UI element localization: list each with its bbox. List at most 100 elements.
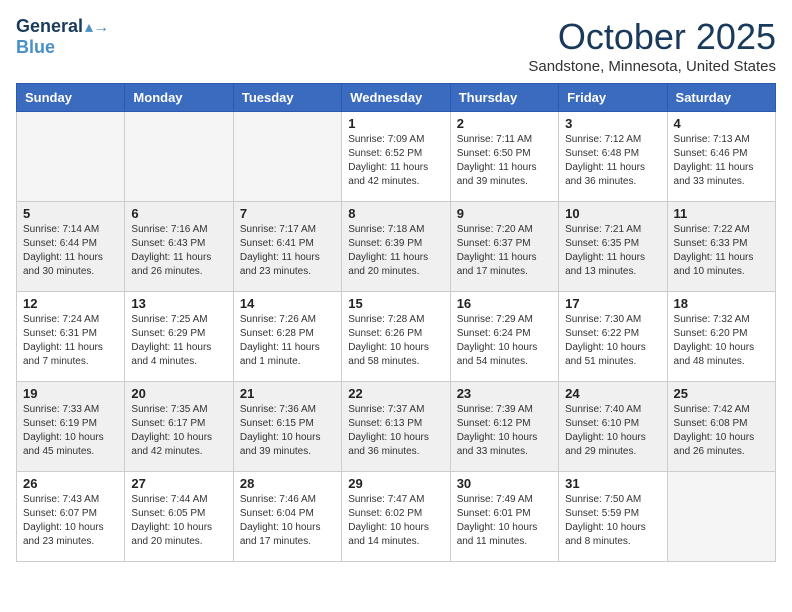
table-row: 24Sunrise: 7:40 AM Sunset: 6:10 PM Dayli… [559, 382, 667, 472]
table-row: 29 Sunrise: 7:47 AM Sunset: 6:02 PM Dayli… [342, 472, 450, 562]
day-number: 6 [131, 206, 226, 221]
day-info: Sunrise: 7:25 AM Sunset: 6:29 PM Dayligh… [131, 313, 226, 369]
table-row: 7Sunrise: 7:17 AM Sunset: 6:41 PM Daylig… [233, 202, 341, 292]
day-number: 24 [565, 386, 660, 401]
day-number: 30 [457, 476, 552, 491]
table-row: 17 Sunrise: 7:30 AM Sunset: 6:22 PM Dayli… [559, 292, 667, 382]
table-row: 19 Sunrise: 7:33 AM Sunset: 6:19 PM Dayli… [17, 382, 125, 472]
day-info: Sunrise: 7:28 AM Sunset: 6:26 PM Dayligh… [348, 313, 443, 369]
table-row: 20 Sunrise: 7:35 AM Sunset: 6:17 PM Dayli… [125, 382, 233, 472]
table-row: 23 Sunrise: 7:39 AM Sunset: 6:12 PM Dayli… [450, 382, 558, 472]
header-wednesday: Wednesday [342, 84, 450, 112]
table-row: 18Sunrise: 7:32 AM Sunset: 6:20 PM Dayli… [667, 292, 775, 382]
table-row: 2 Sunrise: 7:11 AM Sunset: 6:50 PM Daylig… [450, 112, 558, 202]
header-saturday: Saturday [667, 84, 775, 112]
calendar-table: Sunday Monday Tuesday Wednesday Thursday… [16, 83, 776, 562]
day-info: Sunrise: 7:21 AM Sunset: 6:35 PM Dayligh… [565, 223, 660, 279]
day-number: 11 [674, 206, 769, 221]
table-row: 5 Sunrise: 7:14 AM Sunset: 6:44 PM Daylig… [17, 202, 125, 292]
day-info: Sunrise: 7:42 AM Sunset: 6:08 PM Dayligh… [674, 403, 769, 459]
day-number: 4 [674, 116, 769, 131]
location: Sandstone, Minnesota, United States [528, 58, 776, 75]
day-number: 17 [565, 296, 660, 311]
logo: General ▴→ Blue [16, 16, 109, 58]
day-number: 3 [565, 116, 660, 131]
day-info: Sunrise: 7:14 AM Sunset: 6:44 PM Dayligh… [23, 223, 118, 279]
day-number: 1 [348, 116, 443, 131]
calendar-header-row: Sunday Monday Tuesday Wednesday Thursday… [17, 84, 776, 112]
table-row: 12 Sunrise: 7:24 AM Sunset: 6:31 PM Dayli… [17, 292, 125, 382]
logo-general-text: General [16, 16, 83, 37]
table-row: 26Sunrise: 7:43 AM Sunset: 6:07 PM Dayli… [17, 472, 125, 562]
table-row: 15 Sunrise: 7:28 AM Sunset: 6:26 PM Dayli… [342, 292, 450, 382]
table-row: 30Sunrise: 7:49 AM Sunset: 6:01 PM Dayli… [450, 472, 558, 562]
table-row: 6 Sunrise: 7:16 AM Sunset: 6:43 PM Daylig… [125, 202, 233, 292]
table-row [233, 112, 341, 202]
header-thursday: Thursday [450, 84, 558, 112]
day-number: 14 [240, 296, 335, 311]
header-tuesday: Tuesday [233, 84, 341, 112]
table-row: 13Sunrise: 7:25 AM Sunset: 6:29 PM Dayli… [125, 292, 233, 382]
day-info: Sunrise: 7:36 AM Sunset: 6:15 PM Dayligh… [240, 403, 335, 459]
calendar-week-row: 12 Sunrise: 7:24 AM Sunset: 6:31 PM Dayli… [17, 292, 776, 382]
day-number: 12 [23, 296, 118, 311]
day-number: 21 [240, 386, 335, 401]
header-friday: Friday [559, 84, 667, 112]
table-row: 10 Sunrise: 7:21 AM Sunset: 6:35 PM Dayli… [559, 202, 667, 292]
day-number: 8 [348, 206, 443, 221]
table-row: 4 Sunrise: 7:13 AM Sunset: 6:46 PM Daylig… [667, 112, 775, 202]
calendar-week-row: 5 Sunrise: 7:14 AM Sunset: 6:44 PM Daylig… [17, 202, 776, 292]
calendar-week-row: 19 Sunrise: 7:33 AM Sunset: 6:19 PM Dayli… [17, 382, 776, 472]
table-row: 3Sunrise: 7:12 AM Sunset: 6:48 PM Daylig… [559, 112, 667, 202]
day-number: 7 [240, 206, 335, 221]
day-info: Sunrise: 7:44 AM Sunset: 6:05 PM Dayligh… [131, 493, 226, 549]
day-info: Sunrise: 7:13 AM Sunset: 6:46 PM Dayligh… [674, 133, 769, 189]
title-area: October 2025 Sandstone, Minnesota, Unite… [528, 16, 776, 75]
table-row: 21 Sunrise: 7:36 AM Sunset: 6:15 PM Dayli… [233, 382, 341, 472]
table-row: 1Sunrise: 7:09 AM Sunset: 6:52 PM Daylig… [342, 112, 450, 202]
day-info: Sunrise: 7:29 AM Sunset: 6:24 PM Dayligh… [457, 313, 552, 369]
day-number: 31 [565, 476, 660, 491]
day-info: Sunrise: 7:46 AM Sunset: 6:04 PM Dayligh… [240, 493, 335, 549]
day-info: Sunrise: 7:16 AM Sunset: 6:43 PM Dayligh… [131, 223, 226, 279]
table-row: 27Sunrise: 7:44 AM Sunset: 6:05 PM Dayli… [125, 472, 233, 562]
day-info: Sunrise: 7:20 AM Sunset: 6:37 PM Dayligh… [457, 223, 552, 279]
day-number: 26 [23, 476, 118, 491]
day-info: Sunrise: 7:39 AM Sunset: 6:12 PM Dayligh… [457, 403, 552, 459]
day-info: Sunrise: 7:24 AM Sunset: 6:31 PM Dayligh… [23, 313, 118, 369]
table-row: 25Sunrise: 7:42 AM Sunset: 6:08 PM Dayli… [667, 382, 775, 472]
month-title: October 2025 [528, 16, 776, 58]
table-row: 9 Sunrise: 7:20 AM Sunset: 6:37 PM Daylig… [450, 202, 558, 292]
day-number: 23 [457, 386, 552, 401]
day-info: Sunrise: 7:33 AM Sunset: 6:19 PM Dayligh… [23, 403, 118, 459]
day-info: Sunrise: 7:22 AM Sunset: 6:33 PM Dayligh… [674, 223, 769, 279]
day-info: Sunrise: 7:18 AM Sunset: 6:39 PM Dayligh… [348, 223, 443, 279]
calendar-week-row: 1Sunrise: 7:09 AM Sunset: 6:52 PM Daylig… [17, 112, 776, 202]
day-info: Sunrise: 7:50 AM Sunset: 5:59 PM Dayligh… [565, 493, 660, 549]
day-number: 2 [457, 116, 552, 131]
calendar-week-row: 26Sunrise: 7:43 AM Sunset: 6:07 PM Dayli… [17, 472, 776, 562]
day-info: Sunrise: 7:11 AM Sunset: 6:50 PM Dayligh… [457, 133, 552, 189]
day-info: Sunrise: 7:26 AM Sunset: 6:28 PM Dayligh… [240, 313, 335, 369]
day-info: Sunrise: 7:30 AM Sunset: 6:22 PM Dayligh… [565, 313, 660, 369]
day-number: 29 [348, 476, 443, 491]
day-number: 22 [348, 386, 443, 401]
header-sunday: Sunday [17, 84, 125, 112]
day-number: 10 [565, 206, 660, 221]
header-monday: Monday [125, 84, 233, 112]
table-row [125, 112, 233, 202]
day-info: Sunrise: 7:35 AM Sunset: 6:17 PM Dayligh… [131, 403, 226, 459]
page-header: General ▴→ Blue October 2025 Sandstone, … [16, 16, 776, 75]
day-number: 19 [23, 386, 118, 401]
logo-blue-text: Blue [16, 37, 109, 58]
table-row: 28Sunrise: 7:46 AM Sunset: 6:04 PM Dayli… [233, 472, 341, 562]
table-row: 31 Sunrise: 7:50 AM Sunset: 5:59 PM Dayli… [559, 472, 667, 562]
day-number: 9 [457, 206, 552, 221]
day-number: 20 [131, 386, 226, 401]
day-number: 5 [23, 206, 118, 221]
logo-bird-icon: ▴→ [85, 17, 109, 37]
day-number: 15 [348, 296, 443, 311]
day-info: Sunrise: 7:47 AM Sunset: 6:02 PM Dayligh… [348, 493, 443, 549]
table-row: 16Sunrise: 7:29 AM Sunset: 6:24 PM Dayli… [450, 292, 558, 382]
table-row [667, 472, 775, 562]
